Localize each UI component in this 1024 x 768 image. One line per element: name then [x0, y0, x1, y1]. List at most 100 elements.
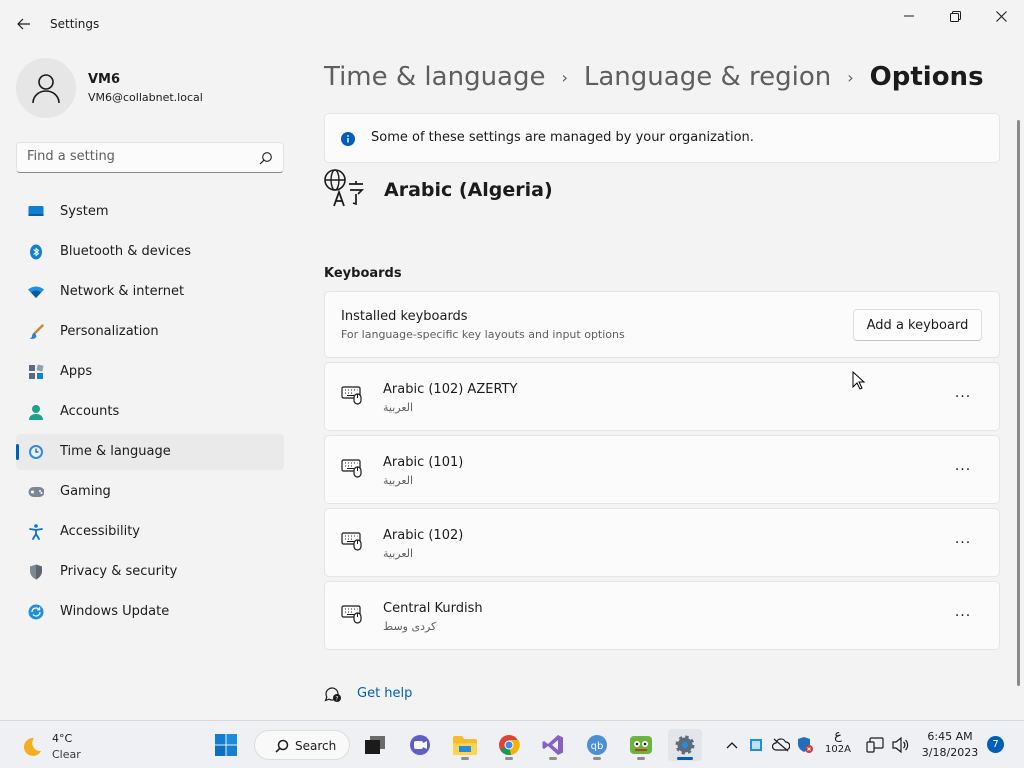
weather-widget[interactable]: 4°C Clear — [18, 729, 118, 763]
search-icon[interactable] — [259, 150, 273, 169]
keyboard-native-name: العربية — [383, 474, 414, 487]
tray-network[interactable] — [864, 733, 886, 757]
sidebar-item-time-language[interactable]: Time & language — [16, 434, 284, 470]
get-help-link[interactable]: ? Get help — [324, 684, 524, 704]
keyboards-section-title: Keyboards — [324, 266, 402, 281]
taskbar-visual-studio[interactable] — [536, 729, 570, 761]
qbittorrent-icon: qb — [587, 735, 607, 755]
input-method-indicator[interactable]: ع 102A — [824, 729, 852, 757]
moon-icon — [18, 735, 42, 763]
user-profile[interactable]: VM6 VM6@collabnet.local — [16, 58, 286, 118]
more-options-button[interactable]: ··· — [945, 383, 981, 411]
close-button[interactable] — [978, 0, 1024, 32]
network-icon — [866, 737, 884, 753]
notification-badge[interactable]: 7 — [987, 736, 1004, 753]
sidebar-item-label: Personalization — [60, 324, 159, 339]
brush-icon — [28, 324, 44, 340]
gamepad-icon — [28, 484, 44, 500]
folder-icon — [453, 736, 477, 755]
search-icon — [275, 738, 289, 757]
taskbar-clock[interactable]: 6:45 AM 3/18/2023 — [920, 729, 980, 761]
taskbar-chrome[interactable] — [492, 729, 526, 761]
sidebar-item-system[interactable]: System — [16, 194, 284, 230]
settings-search[interactable] — [16, 142, 284, 173]
start-button[interactable] — [209, 729, 243, 761]
running-indicator — [677, 757, 693, 760]
svg-text:qb: qb — [591, 741, 604, 752]
taskbar-teams[interactable] — [403, 729, 437, 761]
get-help-label[interactable]: Get help — [357, 686, 412, 701]
back-button[interactable] — [10, 10, 38, 38]
sidebar-item-label: Gaming — [60, 484, 111, 499]
sidebar-item-network[interactable]: Network & internet — [16, 274, 284, 310]
keyboard-native-name: العربية — [383, 547, 414, 560]
tray-app[interactable] — [746, 733, 766, 757]
tray-onedrive[interactable] — [770, 733, 792, 757]
sidebar-item-accessibility[interactable]: Accessibility — [16, 514, 284, 550]
taskbar-task-view[interactable] — [358, 729, 392, 761]
taskbar-search-label: Search — [295, 739, 337, 753]
clock-time: 6:45 AM — [927, 730, 973, 743]
sidebar-item-windows-update[interactable]: Windows Update — [16, 594, 284, 630]
more-options-button[interactable]: ··· — [945, 456, 981, 484]
minimize-button[interactable] — [886, 0, 932, 32]
managed-notice: Some of these settings are managed by yo… — [324, 113, 1000, 163]
taskbar-settings[interactable] — [668, 729, 702, 761]
show-hidden-icons-button[interactable] — [722, 733, 742, 757]
notice-text: Some of these settings are managed by yo… — [371, 130, 754, 145]
keyboard-name: Arabic (102) AZERTY — [383, 382, 518, 397]
minimize-icon — [904, 15, 914, 17]
keyboard-icon — [341, 385, 363, 409]
taskbar-file-explorer[interactable] — [448, 729, 482, 761]
sidebar-item-gaming[interactable]: Gaming — [16, 474, 284, 510]
taskbar-game-app[interactable] — [624, 729, 658, 761]
restore-button[interactable] — [932, 0, 978, 32]
more-options-button[interactable]: ··· — [945, 602, 981, 630]
shield-icon — [28, 564, 44, 580]
search-input[interactable] — [27, 149, 247, 164]
breadcrumb-language-region[interactable]: Language & region — [584, 62, 831, 92]
teams-chat-icon — [410, 735, 430, 755]
sidebar-item-label: Windows Update — [60, 604, 170, 619]
tray-volume[interactable] — [890, 733, 912, 757]
visual-studio-icon — [542, 735, 563, 755]
tray-security[interactable] — [794, 733, 816, 757]
keyboard-native-name: العربية — [383, 401, 414, 414]
gear-icon — [675, 735, 695, 755]
sidebar-item-accounts[interactable]: Accounts — [16, 394, 284, 430]
add-keyboard-button[interactable]: Add a keyboard — [853, 309, 982, 341]
sidebar-item-label: Accessibility — [60, 524, 140, 539]
sidebar-item-personalization[interactable]: Personalization — [16, 314, 284, 350]
more-options-button[interactable]: ··· — [945, 529, 981, 557]
keyboard-item: Arabic (101) العربية ··· — [324, 435, 1000, 504]
apps-icon — [28, 364, 44, 380]
close-icon — [995, 10, 1007, 22]
installed-keyboards-description: For language-specific key layouts and in… — [341, 328, 625, 341]
sidebar-item-label: Bluetooth & devices — [60, 244, 191, 259]
help-icon: ? — [324, 685, 342, 707]
language-icon — [324, 168, 366, 212]
scrollbar[interactable] — [1017, 120, 1020, 686]
keyboard-name: Central Kurdish — [383, 601, 483, 616]
keyboard-icon — [341, 531, 363, 555]
bluetooth-icon — [28, 244, 44, 260]
user-email: VM6@collabnet.local — [88, 91, 203, 104]
sidebar-nav: System Bluetooth & devices Network & int… — [16, 194, 284, 634]
taskbar-qbittorrent[interactable]: qb — [580, 729, 614, 761]
windows-logo-icon — [215, 734, 237, 756]
sidebar-item-label: System — [60, 204, 109, 219]
speaker-icon — [892, 737, 909, 753]
clock-date: 3/18/2023 — [921, 746, 979, 759]
update-icon — [28, 604, 44, 620]
sidebar-item-apps[interactable]: Apps — [16, 354, 284, 390]
sidebar-item-bluetooth[interactable]: Bluetooth & devices — [16, 234, 284, 270]
sidebar-item-privacy[interactable]: Privacy & security — [16, 554, 284, 590]
taskbar-search[interactable]: Search — [254, 730, 350, 760]
keyboard-icon — [341, 604, 363, 628]
keyboard-item: Central Kurdish کردی وسط ··· — [324, 581, 1000, 650]
chevron-up-icon — [726, 742, 738, 749]
taskbar: 4°C Clear Search qb ع 102A 6:45 AM 3/18/… — [0, 720, 1024, 768]
arrow-left-icon — [17, 18, 30, 30]
user-icon — [32, 74, 60, 104]
breadcrumb-time-language[interactable]: Time & language — [324, 62, 545, 92]
